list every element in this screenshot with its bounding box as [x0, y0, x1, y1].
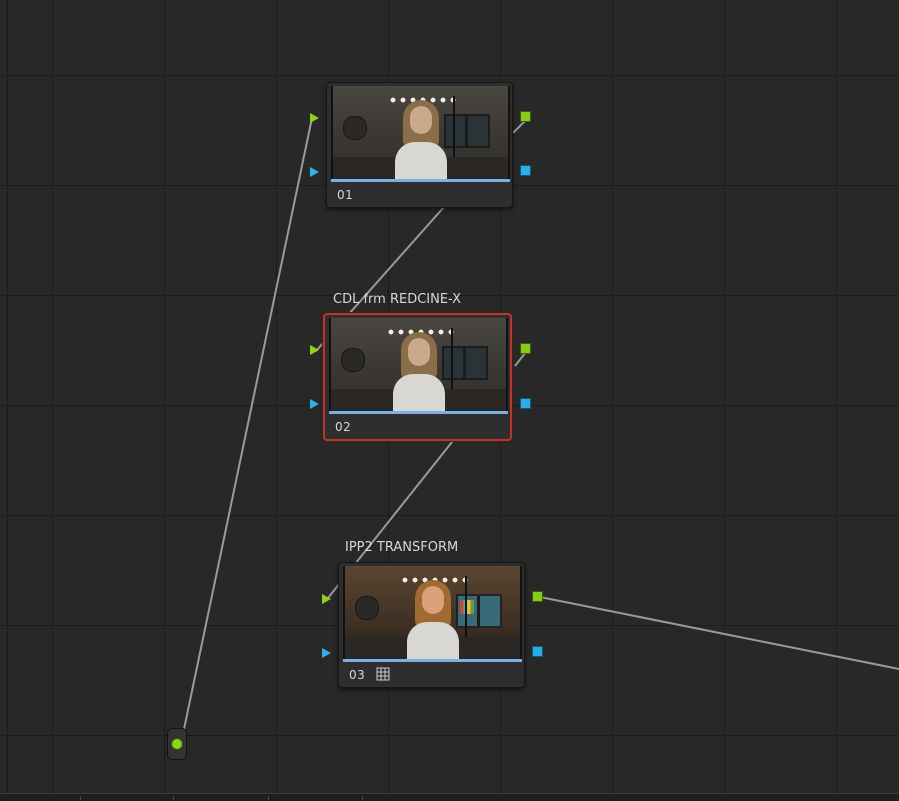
panel-divider: [7, 0, 8, 800]
ruler-tick: [173, 796, 174, 800]
node03-thumbnail-bar: [343, 659, 522, 662]
link-source-to-node01: [182, 117, 313, 735]
node03-rgb-output-port[interactable]: [532, 591, 543, 602]
node03-thumbnail: [343, 566, 522, 659]
link-node03-to-output: [539, 596, 899, 670]
node03-label: 03: [349, 668, 366, 682]
node02-alpha-input-port[interactable]: [310, 399, 319, 409]
node-01[interactable]: 01: [326, 82, 513, 208]
node01-label: 01: [337, 188, 354, 202]
ruler-tick: [80, 796, 81, 800]
node02-title: CDL frm REDCINE-X: [333, 292, 462, 307]
node03-alpha-output-port[interactable]: [532, 646, 543, 657]
node-graph-canvas[interactable]: 01 CDL frm REDCINE-X 02 IPP2 TRANSFORM 0…: [0, 0, 899, 801]
node02-thumbnail-bar: [329, 411, 508, 414]
node02-rgb-input-port[interactable]: [310, 345, 319, 355]
node01-alpha-output-port[interactable]: [520, 165, 531, 176]
node02-alpha-output-port[interactable]: [520, 398, 531, 409]
ruler-tick: [362, 796, 363, 800]
node01-rgb-input-port[interactable]: [310, 113, 319, 123]
link-node01-out-stub: [512, 120, 526, 134]
node02-rgb-output-port[interactable]: [520, 343, 531, 354]
node01-alpha-input-port[interactable]: [310, 167, 319, 177]
node03-rgb-input-port[interactable]: [322, 594, 331, 604]
source-input-dot[interactable]: [171, 738, 183, 750]
node03-title: IPP2 TRANSFORM: [345, 540, 459, 555]
node01-thumbnail-bar: [331, 179, 510, 182]
source-input-node[interactable]: [167, 728, 187, 760]
node01-rgb-output-port[interactable]: [520, 111, 531, 122]
ruler-tick: [268, 796, 269, 800]
node02-label: 02: [335, 420, 352, 434]
node02-thumbnail: [329, 318, 508, 411]
grid-icon: [376, 667, 390, 681]
node01-thumbnail: [331, 86, 510, 179]
node-03[interactable]: 03: [338, 562, 525, 688]
node-02[interactable]: 02: [323, 313, 512, 441]
node03-alpha-input-port[interactable]: [322, 648, 331, 658]
link-node02-out-stub: [514, 351, 527, 367]
